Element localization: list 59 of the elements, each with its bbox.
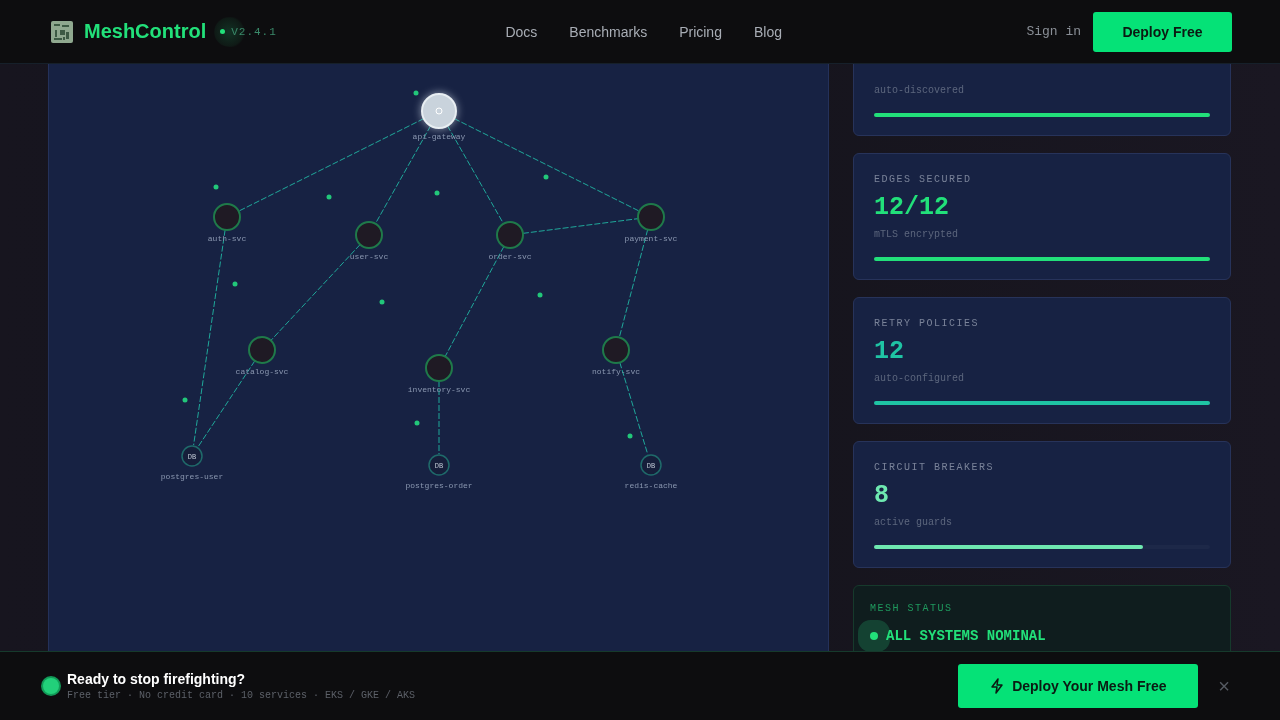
status-text: ALL SYSTEMS NOMINAL — [886, 628, 1046, 644]
service-node — [602, 336, 630, 364]
deploy-mesh-button[interactable]: Deploy Your Mesh Free — [958, 664, 1199, 708]
ring-icon — [435, 107, 443, 115]
particle-dot — [543, 174, 549, 180]
node-label: notify-svc — [592, 367, 640, 376]
database-node — [640, 454, 662, 476]
stat-value: 8 — [874, 481, 890, 511]
service-node — [213, 203, 241, 231]
service-node — [637, 203, 665, 231]
stat-value: 12 — [874, 337, 905, 367]
node-label: inventory-svc — [407, 385, 471, 394]
node-label: postgres-order — [405, 481, 473, 490]
service-node — [248, 336, 276, 364]
stat-caption: auto-configured — [874, 373, 965, 384]
service-node — [425, 354, 453, 382]
particle-dot — [537, 292, 543, 298]
node-label: redis-cache — [624, 481, 678, 490]
status-dot — [43, 678, 59, 694]
particle-dot — [182, 397, 188, 403]
status-label: MESH STATUS — [870, 603, 954, 614]
stat-value: 12/12 — [874, 193, 950, 223]
brand-name: MeshControl — [84, 20, 207, 43]
database-node — [428, 454, 450, 476]
particle-dot — [232, 281, 238, 287]
particle-dot — [627, 433, 633, 439]
stat-caption: mTLS encrypted — [874, 229, 959, 240]
particle-dot — [379, 299, 385, 305]
stat-label: RETRY POLICIES — [874, 318, 980, 331]
particle-dot — [213, 184, 219, 190]
particle-dot — [434, 190, 440, 196]
stat-label: CIRCUIT BREAKERS — [874, 462, 995, 475]
stat-label: EDGES SECURED — [874, 174, 973, 187]
banner-title: Ready to stop firefighting? — [67, 671, 247, 687]
node-label: postgres-user — [160, 472, 224, 481]
particle-dot — [413, 90, 419, 96]
banner-subtitle: Free tier · No credit card · 10 services · EKS / GKE / AKS — [67, 690, 416, 701]
stat-caption: auto-discovered — [874, 85, 965, 96]
particle-dot — [326, 194, 332, 200]
database-node — [181, 445, 203, 467]
nav-link[interactable]: Docs — [505, 23, 538, 40]
node-label: api-gateway — [412, 132, 466, 141]
service-node — [496, 221, 524, 249]
service-node — [355, 221, 383, 249]
lightning-icon — [990, 678, 1005, 694]
gateway-node — [421, 93, 457, 129]
node-label: auth-svc — [207, 234, 247, 243]
status-dot — [870, 632, 878, 640]
nav-link[interactable]: Benchmarks — [569, 23, 648, 40]
logo-icon — [51, 20, 73, 43]
deploy-button[interactable]: Deploy Free — [1093, 11, 1232, 52]
particle-dot — [414, 420, 420, 426]
sign-in-link[interactable]: Sign in — [1026, 24, 1081, 39]
node-label: payment-svc — [624, 234, 678, 243]
node-label: catalog-svc — [235, 367, 289, 376]
nav-link[interactable]: Blog — [753, 23, 782, 40]
stat-caption: active guards — [874, 517, 953, 528]
node-label: user-svc — [349, 252, 389, 261]
nav-link[interactable]: Pricing — [679, 23, 722, 40]
